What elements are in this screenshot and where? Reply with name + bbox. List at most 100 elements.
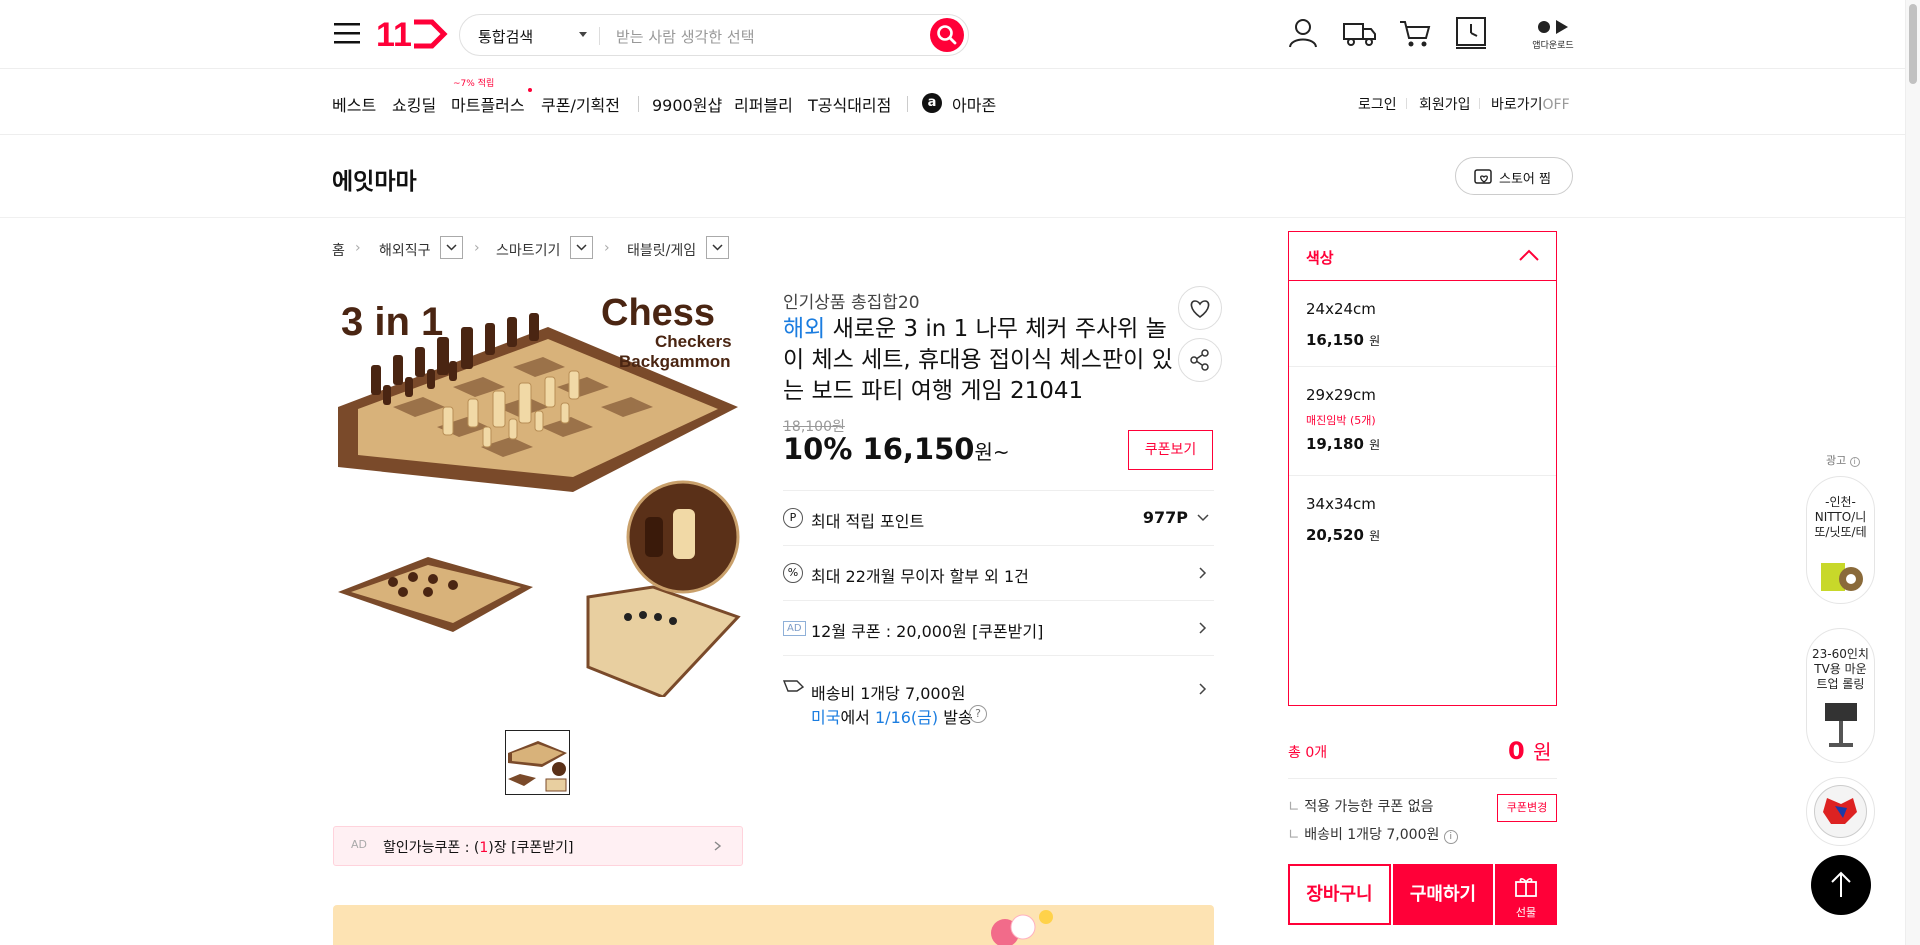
store-heart-icon bbox=[1474, 169, 1492, 184]
nav-item-mart-plus[interactable]: 마트플러스 bbox=[451, 92, 525, 116]
nav-item-shocking-deal[interactable]: 쇼킹딜 bbox=[392, 92, 436, 116]
store-name[interactable]: 에잇마마 bbox=[332, 162, 417, 196]
help-icon[interactable]: ? bbox=[969, 705, 987, 723]
breadcrumb-overseas[interactable]: 해외직구 bbox=[379, 240, 431, 260]
coupon-view-button[interactable]: 쿠폰보기 bbox=[1128, 430, 1213, 470]
gift-label: 선물 bbox=[1515, 906, 1537, 919]
share-icon bbox=[1190, 349, 1209, 371]
option-item[interactable]: 29x29cm 매진임박 (5개) 19,180 원 bbox=[1289, 367, 1556, 475]
shortcut-state: OFF bbox=[1542, 97, 1570, 113]
store-follow-button[interactable]: 스토어 찜 bbox=[1455, 157, 1573, 195]
search-category-select[interactable]: 통합검색 bbox=[478, 26, 533, 47]
breadcrumb-tablet-game[interactable]: 태블릿/게임 bbox=[627, 240, 696, 260]
heart-icon bbox=[1190, 300, 1210, 318]
app-download-label: 앱다운로드 bbox=[1532, 41, 1574, 51]
add-to-cart-button[interactable]: 장바구니 bbox=[1288, 864, 1391, 925]
option-item[interactable]: 34x34cm 20,520 원 bbox=[1289, 476, 1556, 576]
option-header-label: 색상 bbox=[1306, 249, 1334, 267]
nav-item-best[interactable]: 베스트 bbox=[332, 92, 376, 116]
image-text-backgammon: Backgammon bbox=[619, 352, 730, 371]
image-text-checkers: Checkers bbox=[655, 332, 732, 351]
breadcrumb-dropdown[interactable] bbox=[440, 236, 463, 259]
cart-icon[interactable] bbox=[1399, 19, 1431, 49]
search-icon bbox=[937, 25, 957, 45]
price-unit: 원~ bbox=[974, 440, 1010, 464]
chevron-down-icon bbox=[576, 244, 587, 251]
share-button[interactable] bbox=[1178, 338, 1222, 382]
ad-label: AD bbox=[351, 838, 367, 851]
gift-icon bbox=[1515, 878, 1537, 897]
user-icon[interactable] bbox=[1288, 18, 1318, 48]
chevron-down-icon[interactable] bbox=[579, 32, 587, 37]
breadcrumb-smart-device[interactable]: 스마트기기 bbox=[496, 240, 560, 260]
ads-label: 광고 i bbox=[1826, 452, 1860, 468]
nav-item-coupon[interactable]: 쿠폰/기획전 bbox=[541, 92, 620, 116]
delivery-truck-icon[interactable] bbox=[1343, 20, 1377, 48]
breadcrumb-home[interactable]: 홈 bbox=[332, 240, 345, 260]
option-header[interactable]: 색상 bbox=[1289, 232, 1556, 281]
shortcut-toggle[interactable]: 바로가기OFF bbox=[1491, 94, 1570, 114]
option-name: 29x29cm bbox=[1306, 386, 1376, 404]
ad-badge: AD bbox=[783, 621, 806, 636]
breadcrumb-separator: › bbox=[474, 240, 480, 256]
breadcrumb-dropdown[interactable] bbox=[570, 236, 593, 259]
shortcut-label: 바로가기 bbox=[1491, 97, 1543, 113]
nav-item-refurbly[interactable]: 리퍼블리 bbox=[734, 92, 793, 116]
info-icon: i bbox=[1443, 830, 1458, 844]
nav-item-t-store[interactable]: T공식대리점 bbox=[808, 92, 891, 116]
breadcrumb-separator: › bbox=[355, 240, 361, 256]
shipping-row[interactable]: 배송비 1개당 7,000원 미국에서 1/16(금) 발송 ? bbox=[783, 655, 1214, 735]
discount-coupon-text: 할인가능쿠폰 : (1)장 [쿠폰받기] bbox=[383, 840, 574, 856]
points-label: 최대 적립 포인트 bbox=[811, 512, 925, 531]
coupon-change-button[interactable]: 쿠폰변경 bbox=[1497, 794, 1557, 822]
product-thumbnail[interactable] bbox=[505, 730, 570, 795]
gift-button[interactable]: 선물 bbox=[1495, 864, 1557, 925]
signup-link[interactable]: 회원가입 bbox=[1419, 94, 1471, 114]
product-subtitle: 인기상품 총집합20 bbox=[783, 293, 920, 313]
scrollbar-thumb[interactable] bbox=[1909, 4, 1917, 84]
app-download[interactable]: 앱다운로드 bbox=[1530, 16, 1576, 51]
product-title: 해외 새로운 3 in 1 나무 체커 주사위 놀이 체스 세트, 휴대용 접이… bbox=[783, 314, 1173, 407]
chevron-right-icon bbox=[1199, 622, 1207, 634]
price-value: 16,150 bbox=[862, 432, 975, 466]
chevron-down-icon bbox=[712, 244, 723, 251]
installment-row[interactable]: % 최대 22개월 무이자 할부 외 1건 bbox=[783, 545, 1214, 600]
product-main-image[interactable]: 3 in 1 Chess Checkers Backgammon bbox=[333, 287, 743, 697]
wishlist-button[interactable] bbox=[1178, 286, 1222, 330]
product-title-text: 새로운 3 in 1 나무 체커 주사위 놀이 체스 세트, 휴대용 접이식 체… bbox=[783, 316, 1173, 404]
ad-item[interactable]: -인천-NITTO/니또/닛또/테 bbox=[1806, 476, 1875, 604]
scroll-to-top-button[interactable] bbox=[1811, 855, 1871, 915]
scrollbar-track[interactable] bbox=[1905, 0, 1920, 945]
arrow-up-icon bbox=[1831, 871, 1851, 897]
ad-product-image bbox=[1821, 563, 1863, 591]
ship-from: 에서 bbox=[840, 708, 870, 727]
search-input[interactable]: 받는 사람 생각한 선택 bbox=[616, 26, 755, 47]
shipping-fee-text: 배송비 1개당 7,000원 bbox=[811, 684, 966, 703]
top-header: 11 통합검색 받는 사람 생각한 선택 앱다운로드 bbox=[0, 0, 1905, 69]
ad-item-ball[interactable] bbox=[1806, 777, 1875, 846]
logo-text: 11 bbox=[376, 16, 412, 52]
ad-item[interactable]: 23-60인치 TV용 마운트업 롤링 bbox=[1806, 628, 1875, 763]
sale-price: 10% 16,150원~ bbox=[783, 432, 1010, 466]
promo-banner[interactable] bbox=[333, 905, 1214, 945]
nav-item-amazon[interactable]: 아마존 bbox=[952, 92, 996, 116]
breadcrumb-dropdown[interactable] bbox=[706, 236, 729, 259]
points-row[interactable]: P 최대 적립 포인트 977P bbox=[783, 490, 1214, 545]
hamburger-menu-icon[interactable] bbox=[334, 22, 360, 44]
installment-text: 최대 22개월 무이자 할부 외 1건 bbox=[811, 567, 1029, 586]
chevron-down-icon bbox=[1197, 514, 1209, 522]
ad-product-image bbox=[1825, 703, 1857, 747]
discount-coupon-banner[interactable]: AD 할인가능쿠폰 : (1)장 [쿠폰받기] bbox=[333, 826, 743, 866]
login-link[interactable]: 로그인 bbox=[1358, 94, 1397, 114]
search-button[interactable] bbox=[930, 18, 964, 52]
option-name: 34x34cm bbox=[1306, 495, 1376, 513]
nav-item-9900[interactable]: 9900원샵 bbox=[652, 92, 722, 116]
ad-coupon-row[interactable]: AD 12월 쿠폰 : 20,000원 [쿠폰받기] bbox=[783, 600, 1214, 655]
store-follow-label: 스토어 찜 bbox=[1499, 172, 1551, 187]
recent-view-icon[interactable] bbox=[1456, 17, 1486, 49]
ship-date-line: 미국에서 1/16(금) 발송 bbox=[811, 704, 973, 728]
buy-now-button[interactable]: 구매하기 bbox=[1393, 864, 1493, 925]
main-nav: 베스트 쇼킹딜 마트플러스 ~7% 적립 쿠폰/기획전 9900원샵 리퍼블리 … bbox=[0, 70, 1905, 135]
chevron-right-icon bbox=[1199, 567, 1207, 579]
site-logo[interactable]: 11 bbox=[376, 16, 448, 52]
